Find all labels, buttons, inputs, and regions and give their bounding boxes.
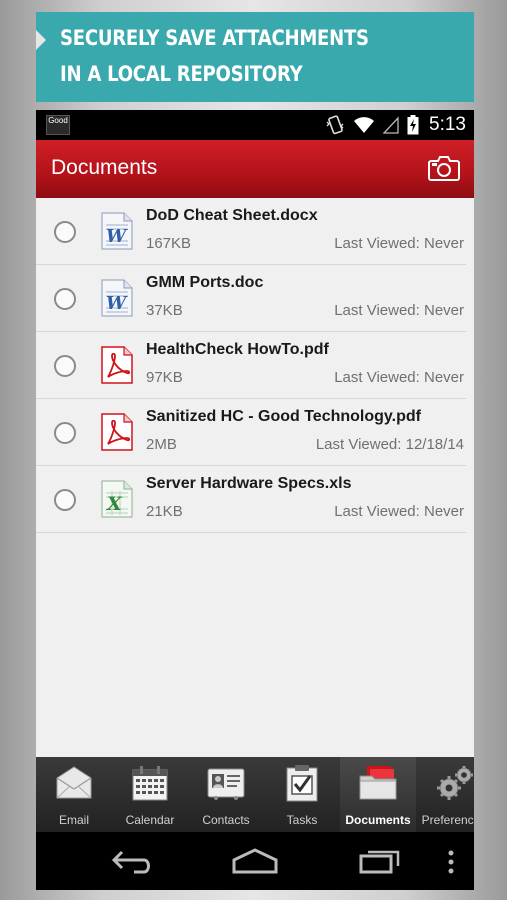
- preferences-icon: [437, 766, 473, 800]
- document-name: GMM Ports.doc: [146, 274, 264, 291]
- document-name: DoD Cheat Sheet.docx: [146, 207, 318, 224]
- document-last-viewed: Last Viewed: Never: [334, 369, 464, 386]
- tasks-icon: [286, 765, 318, 802]
- wifi-icon: [354, 117, 375, 133]
- document-size: 37KB: [146, 302, 183, 319]
- good-app-badge: Good: [46, 115, 70, 135]
- camera-button[interactable]: [428, 154, 460, 182]
- tab-label: Email: [58, 813, 89, 827]
- banner-headline-line2: IN A LOCAL REPOSITORY: [60, 62, 303, 86]
- document-row[interactable]: W DoD Cheat Sheet.docx 167KB Last Viewed…: [36, 198, 466, 265]
- tab-label: Contacts: [202, 813, 250, 827]
- tab-label: Tasks: [286, 813, 318, 827]
- document-row[interactable]: HealthCheck HowTo.pdf 97KB Last Viewed: …: [36, 332, 466, 399]
- document-row[interactable]: W GMM Ports.doc 37KB Last Viewed: Never: [36, 265, 466, 332]
- document-list: W DoD Cheat Sheet.docx 167KB Last Viewed…: [36, 198, 474, 533]
- select-radio[interactable]: [54, 422, 76, 444]
- status-bar: Good 5:13: [36, 110, 474, 140]
- page-title: Documents: [51, 156, 158, 179]
- word-file-icon: W: [101, 279, 133, 317]
- svg-text:W: W: [106, 226, 128, 247]
- document-size: 21KB: [146, 503, 183, 520]
- system-nav-bar: [36, 832, 474, 890]
- vibrate-icon: [326, 115, 344, 135]
- clock-time: 5:13: [429, 114, 466, 135]
- document-last-viewed: Last Viewed: Never: [334, 302, 464, 319]
- excel-file-icon: X: [101, 480, 133, 518]
- tab-calendar[interactable]: Calendar: [112, 757, 188, 832]
- svg-text:W: W: [106, 293, 128, 314]
- cell-signal-icon: [383, 116, 399, 134]
- calendar-icon: [132, 766, 168, 801]
- pdf-file-icon: [101, 413, 133, 451]
- document-name: Server Hardware Specs.xls: [146, 475, 352, 492]
- document-row[interactable]: X Server Hardware Specs.xls 21KB Last Vi…: [36, 466, 466, 533]
- tab-preferences[interactable]: Preferences: [416, 757, 474, 832]
- document-size: 167KB: [146, 235, 192, 252]
- banner-notch: [36, 30, 46, 50]
- tab-tasks[interactable]: Tasks: [264, 757, 340, 832]
- back-icon[interactable]: [110, 846, 154, 876]
- select-radio[interactable]: [54, 221, 76, 243]
- pdf-file-icon: [101, 346, 133, 384]
- document-size: 97KB: [146, 369, 183, 386]
- word-file-icon: W: [101, 212, 133, 250]
- email-icon: [56, 766, 92, 799]
- document-last-viewed: Last Viewed: Never: [334, 503, 464, 520]
- banner-headline-line1: SECURELY SAVE ATTACHMENTS: [60, 26, 369, 50]
- tab-label: Preferences: [421, 813, 474, 827]
- home-icon[interactable]: [232, 846, 278, 876]
- tab-contacts[interactable]: Contacts: [188, 757, 264, 832]
- camera-icon: [428, 156, 460, 181]
- app-header: Documents: [36, 140, 474, 198]
- phone-screen: Good 5:13 Documents W DoD Cheat Sheet.do…: [36, 110, 474, 890]
- contacts-icon: [207, 768, 245, 800]
- select-radio[interactable]: [54, 489, 76, 511]
- document-last-viewed: Last Viewed: 12/18/14: [315, 436, 464, 453]
- status-icons: 5:13: [325, 110, 466, 140]
- document-name: Sanitized HC - Good Technology.pdf: [146, 408, 421, 425]
- tab-documents[interactable]: Documents: [340, 757, 416, 832]
- document-row[interactable]: Sanitized HC - Good Technology.pdf 2MB L…: [36, 399, 466, 466]
- document-last-viewed: Last Viewed: Never: [334, 235, 464, 252]
- overflow-menu-icon[interactable]: [447, 850, 455, 874]
- select-radio[interactable]: [54, 355, 76, 377]
- tab-label: Documents: [345, 813, 411, 827]
- documents-icon: [359, 766, 397, 800]
- tab-label: Calendar: [125, 813, 175, 827]
- battery-icon: [407, 115, 419, 135]
- select-radio[interactable]: [54, 288, 76, 310]
- tab-email[interactable]: Email: [36, 757, 112, 832]
- recent-apps-icon[interactable]: [358, 846, 402, 876]
- bottom-tab-bar: Email Calendar Contacts Tasks Documents …: [36, 757, 474, 832]
- document-size: 2MB: [146, 436, 177, 453]
- document-name: HealthCheck HowTo.pdf: [146, 341, 329, 358]
- svg-text:X: X: [106, 493, 123, 515]
